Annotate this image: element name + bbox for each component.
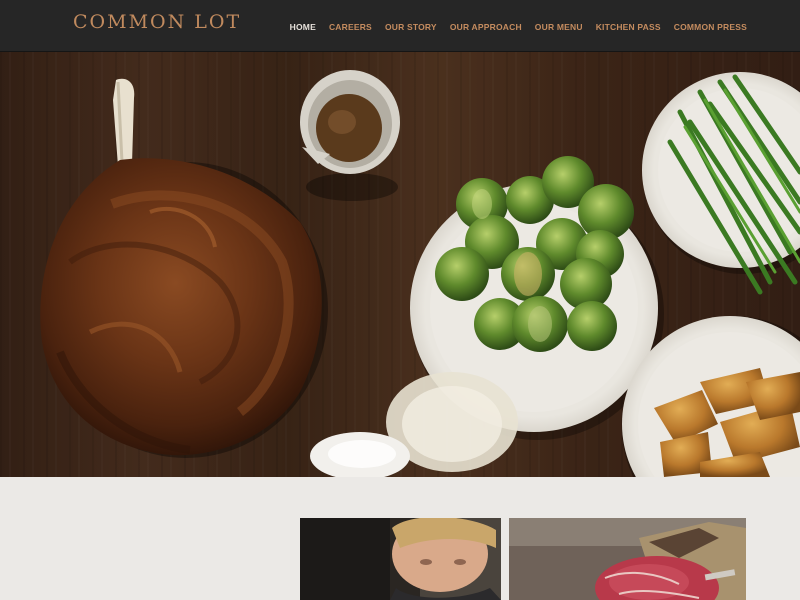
nav-item-home[interactable]: HOME xyxy=(290,22,316,32)
nav-item-our-menu[interactable]: OUR MENU xyxy=(535,22,583,32)
main-nav: HOME CAREERS OUR STORY OUR APPROACH OUR … xyxy=(290,0,747,51)
nav-item-our-story[interactable]: OUR STORY xyxy=(385,22,437,32)
nav-item-kitchen-pass[interactable]: KITCHEN PASS xyxy=(596,22,661,32)
nav-item-our-approach[interactable]: OUR APPROACH xyxy=(450,22,522,32)
chef-photo xyxy=(300,518,501,600)
hero-food-illustration xyxy=(0,52,800,477)
nav-item-careers[interactable]: CAREERS xyxy=(329,22,372,32)
hero-food-photo xyxy=(0,52,800,477)
site-logo[interactable]: COMMON LOT xyxy=(73,11,241,33)
content-section xyxy=(0,477,800,600)
nav-item-common-press[interactable]: COMMON PRESS xyxy=(674,22,747,32)
gravy-pitcher xyxy=(300,70,400,201)
site-header: COMMON LOT HOME CAREERS OUR STORY OUR AP… xyxy=(0,0,800,52)
page: COMMON LOT HOME CAREERS OUR STORY OUR AP… xyxy=(0,0,800,600)
raw-steak-photo xyxy=(509,518,746,600)
raw-steak-photo-card[interactable] xyxy=(509,518,746,600)
chef-photo-card[interactable] xyxy=(300,518,501,600)
